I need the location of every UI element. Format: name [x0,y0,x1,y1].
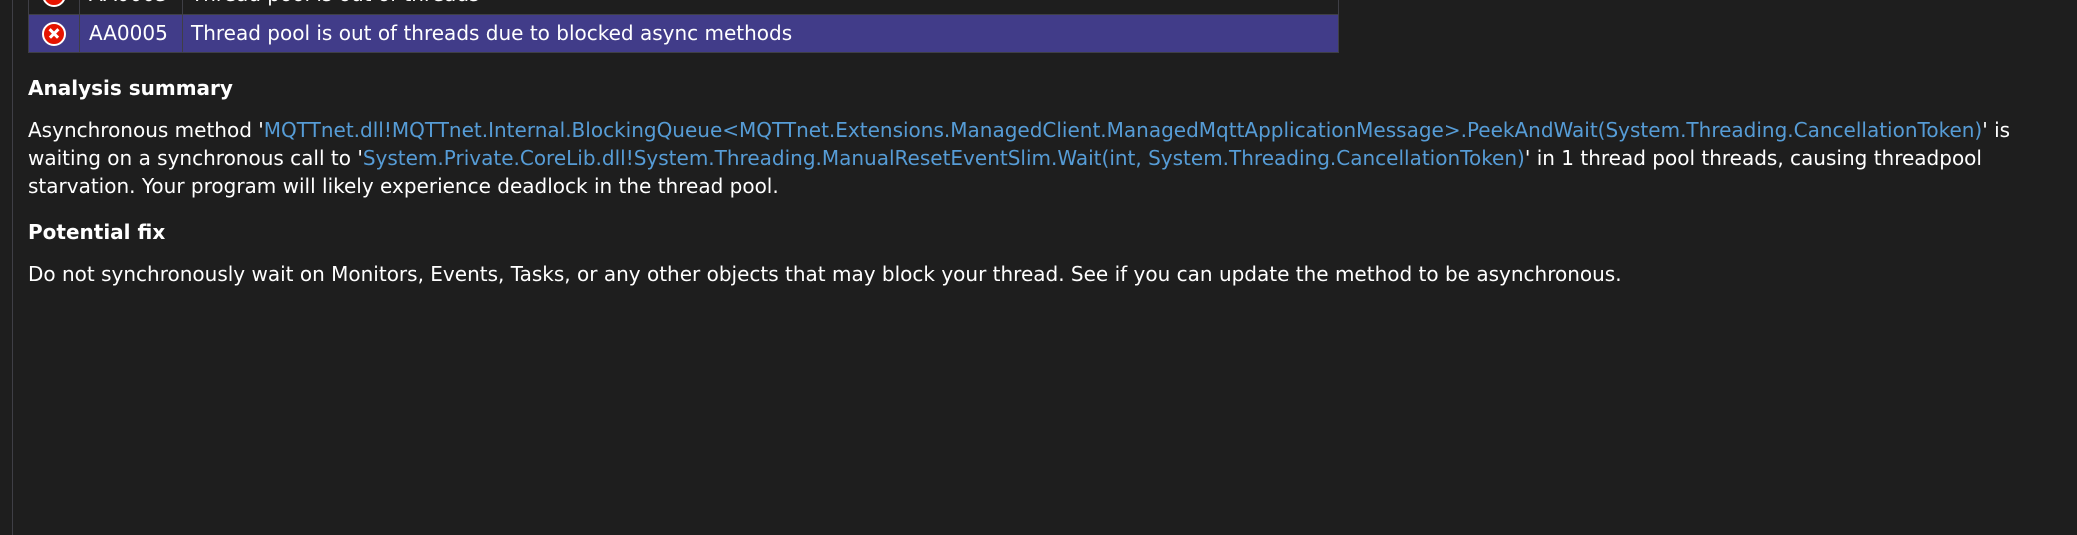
async-method-link[interactable]: MQTTnet.dll!MQTTnet.Internal.BlockingQue… [264,118,1982,142]
sync-call-link[interactable]: System.Private.CoreLib.dll!System.Thread… [363,146,1525,170]
row-status-cell [29,15,80,52]
row-code: AA0005 [80,15,183,52]
analysis-summary-heading: Analysis summary [28,76,233,100]
row-status-cell [29,0,80,14]
error-circle-icon [42,21,66,46]
analysis-details-panel: AA0003 Thread pool is out of threads AA0… [0,0,2077,535]
table-row-selected[interactable]: AA0005 Thread pool is out of threads due… [29,15,1338,52]
analysis-content: Analysis summary Asynchronous method 'MQ… [28,74,2048,288]
potential-fix-text: Do not synchronously wait on Monitors, E… [28,262,1622,286]
panel-left-border [12,0,13,535]
row-description: Thread pool is out of threads [183,0,1338,14]
row-description: Thread pool is out of threads due to blo… [191,21,793,45]
potential-fix-heading: Potential fix [28,220,166,244]
table-row[interactable]: AA0003 Thread pool is out of threads [29,0,1338,15]
findings-table: AA0003 Thread pool is out of threads AA0… [28,0,1339,53]
error-circle-icon [42,0,66,7]
analysis-summary-text: Asynchronous method 'MQTTnet.dll!MQTTnet… [28,116,2048,200]
row-code: AA0003 [80,0,183,14]
summary-text-part: Asynchronous method ' [28,118,264,142]
